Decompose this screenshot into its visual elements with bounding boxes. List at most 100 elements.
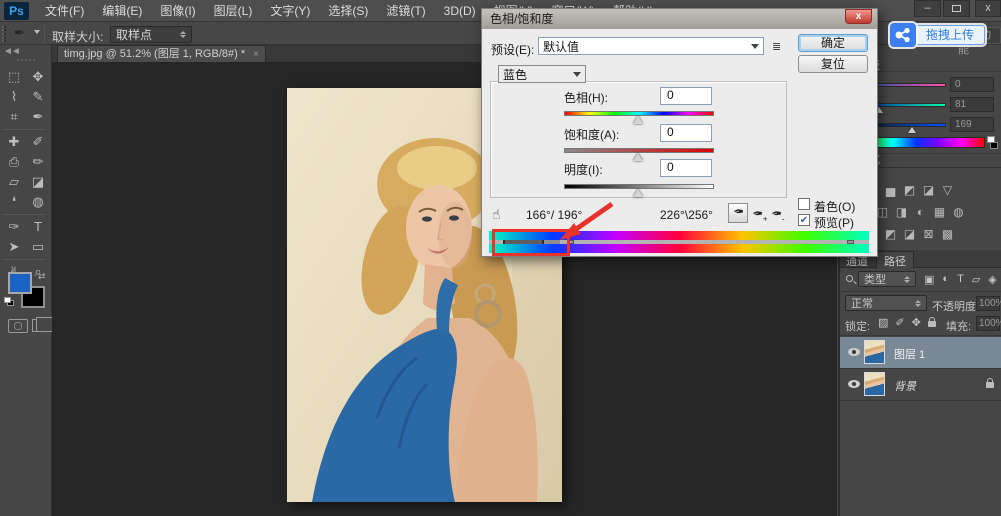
layer-thumbnail[interactable] xyxy=(864,372,885,396)
document-tab[interactable]: timg.jpg @ 51.2% (图层 1, RGB/8#) * × xyxy=(57,45,266,62)
dialog-title-bar[interactable]: 色相/饱和度 xyxy=(482,9,877,29)
posterize-icon[interactable]: ◩ xyxy=(881,227,900,241)
healing-brush-tool[interactable]: ✚ xyxy=(2,132,26,152)
menu-image[interactable]: 图像(I) xyxy=(151,0,204,22)
visibility-eye-icon[interactable] xyxy=(848,348,860,356)
channel-dropdown[interactable]: 蓝色 xyxy=(498,65,586,83)
color-value-red[interactable]: 0 xyxy=(950,77,994,92)
menu-edit[interactable]: 编辑(E) xyxy=(93,0,151,22)
menu-type[interactable]: 文字(Y) xyxy=(261,0,319,22)
quick-mask-button[interactable]: ◯ xyxy=(8,319,28,333)
crop-tool[interactable]: ⌗ xyxy=(2,107,26,127)
lightness-input[interactable]: 0 xyxy=(660,159,712,177)
eyedropper-sample-button[interactable]: ✒ xyxy=(728,203,748,223)
preview-checkbox[interactable]: ✔ xyxy=(798,214,810,226)
history-brush-tool[interactable]: ✏ xyxy=(26,152,50,172)
layer-filter-kind-dropdown[interactable]: 类型 xyxy=(858,271,916,287)
quick-selection-tool[interactable]: ✎ xyxy=(26,87,50,107)
tool-preset-arrow-icon[interactable] xyxy=(34,30,40,34)
filter-shape-icon[interactable]: ▱ xyxy=(972,273,980,286)
hue-input[interactable]: 0 xyxy=(660,87,712,105)
marquee-tool[interactable]: ⬚ xyxy=(2,67,26,87)
eyedropper-add-button[interactable]: ✒+ xyxy=(752,206,768,223)
channel-mixer-icon[interactable]: ▦ xyxy=(930,205,949,219)
exposure-icon[interactable]: ◪ xyxy=(919,183,938,197)
dodge-tool[interactable]: ◍ xyxy=(26,192,50,212)
dialog-close-button[interactable]: x xyxy=(845,9,872,24)
eraser-tool[interactable]: ▱ xyxy=(2,172,26,192)
menu-layer[interactable]: 图层(L) xyxy=(205,0,262,22)
minimize-button[interactable]: – xyxy=(914,0,941,17)
eyedropper-tool[interactable]: ✒ xyxy=(26,107,50,127)
blend-mode-dropdown[interactable]: 正常 xyxy=(845,295,927,311)
color-value-blue[interactable]: 169 xyxy=(950,117,994,132)
ok-button[interactable]: 确定 xyxy=(798,34,868,52)
black-white-icon[interactable]: ◨ xyxy=(892,205,911,219)
saturation-input[interactable]: 0 xyxy=(660,124,712,142)
type-tool[interactable]: T xyxy=(26,217,50,237)
lock-position-icon[interactable]: ✥ xyxy=(912,316,921,329)
default-colors-icon[interactable] xyxy=(4,297,14,306)
filter-type-icon[interactable]: T xyxy=(957,273,964,286)
lock-all-icon[interactable] xyxy=(928,321,936,327)
path-selection-tool[interactable]: ➤ xyxy=(2,237,26,257)
blur-tool[interactable]: ❛ xyxy=(2,192,26,212)
close-window-button[interactable]: x xyxy=(975,0,1001,17)
lock-pixels-icon[interactable]: ✐ xyxy=(895,316,904,329)
lasso-tool[interactable]: ⌇ xyxy=(2,87,26,107)
vibrance-icon[interactable]: ▽ xyxy=(938,183,957,197)
eyedropper-subtract-button[interactable]: ✒- xyxy=(771,206,785,223)
upload-molecule-icon[interactable] xyxy=(890,23,916,47)
levels-icon[interactable]: ▅ xyxy=(881,183,900,197)
color-lookup-icon[interactable]: ◍ xyxy=(949,205,968,219)
saturation-slider-thumb[interactable] xyxy=(633,153,643,161)
curves-icon[interactable]: ◩ xyxy=(900,183,919,197)
selective-color-icon[interactable]: ▩ xyxy=(938,227,957,241)
filter-smart-object-icon[interactable]: ◈ xyxy=(988,273,996,286)
visibility-eye-icon[interactable] xyxy=(848,380,860,388)
eyedropper-tool-icon[interactable]: ✒ xyxy=(14,25,25,41)
hand-scrub-icon[interactable]: ☝ xyxy=(492,206,501,223)
collapse-panel-icon[interactable]: ◄◄ xyxy=(3,46,19,57)
layer-name[interactable]: 背景 xyxy=(894,378,916,394)
sample-size-dropdown[interactable]: 取样点 xyxy=(110,26,192,43)
lock-transparency-icon[interactable]: ▨ xyxy=(878,316,888,329)
threshold-icon[interactable]: ◪ xyxy=(900,227,919,241)
options-bar-grip[interactable] xyxy=(2,26,6,42)
drag-upload-button[interactable]: 拖拽上传 xyxy=(915,25,985,45)
brush-tool[interactable]: ✐ xyxy=(26,132,50,152)
pen-tool[interactable]: ✑ xyxy=(2,217,26,237)
screen-mode-button[interactable] xyxy=(32,319,48,332)
color-value-green[interactable]: 81 xyxy=(950,97,994,112)
menu-3d[interactable]: 3D(D) xyxy=(435,0,485,22)
preset-dropdown[interactable]: 默认值 xyxy=(538,37,764,55)
opacity-value[interactable]: 100% xyxy=(976,296,1000,311)
lightness-slider-thumb[interactable] xyxy=(633,189,643,197)
tools-panel-grip[interactable] xyxy=(17,59,35,61)
menu-file[interactable]: 文件(F) xyxy=(36,0,93,22)
colorize-checkbox[interactable] xyxy=(798,198,810,210)
foreground-color-swatch[interactable] xyxy=(8,272,32,294)
layer-row-1[interactable]: 图层 1 xyxy=(840,337,1001,368)
gradient-tool[interactable]: ◪ xyxy=(26,172,50,192)
tab-paths[interactable]: 路径 xyxy=(876,251,914,269)
filter-image-icon[interactable]: ▣ xyxy=(924,273,934,286)
layer-row-background[interactable]: 背景 xyxy=(840,369,1001,400)
menu-filter[interactable]: 滤镜(T) xyxy=(377,0,434,22)
photo-filter-icon[interactable]: ◐ xyxy=(911,205,930,219)
layer-name[interactable]: 图层 1 xyxy=(894,346,925,362)
clone-stamp-tool[interactable]: ⎙ xyxy=(2,152,26,172)
gradient-map-icon[interactable]: ⊠ xyxy=(919,227,938,241)
tab-close-icon[interactable]: × xyxy=(253,47,259,62)
black-swatch[interactable] xyxy=(990,142,998,149)
layer-thumbnail[interactable] xyxy=(864,340,885,364)
menu-select[interactable]: 选择(S) xyxy=(319,0,377,22)
preset-menu-icon[interactable]: ≣ xyxy=(772,40,781,53)
hue-slider-thumb[interactable] xyxy=(633,116,643,124)
swap-colors-icon[interactable]: ⇄ xyxy=(38,271,46,282)
reset-button[interactable]: 复位 xyxy=(798,55,868,73)
move-tool[interactable]: ✥ xyxy=(26,67,50,87)
restore-button[interactable] xyxy=(943,0,970,17)
filter-adjustment-icon[interactable]: ◐ xyxy=(942,273,949,286)
shape-tool[interactable]: ▭ xyxy=(26,237,50,257)
